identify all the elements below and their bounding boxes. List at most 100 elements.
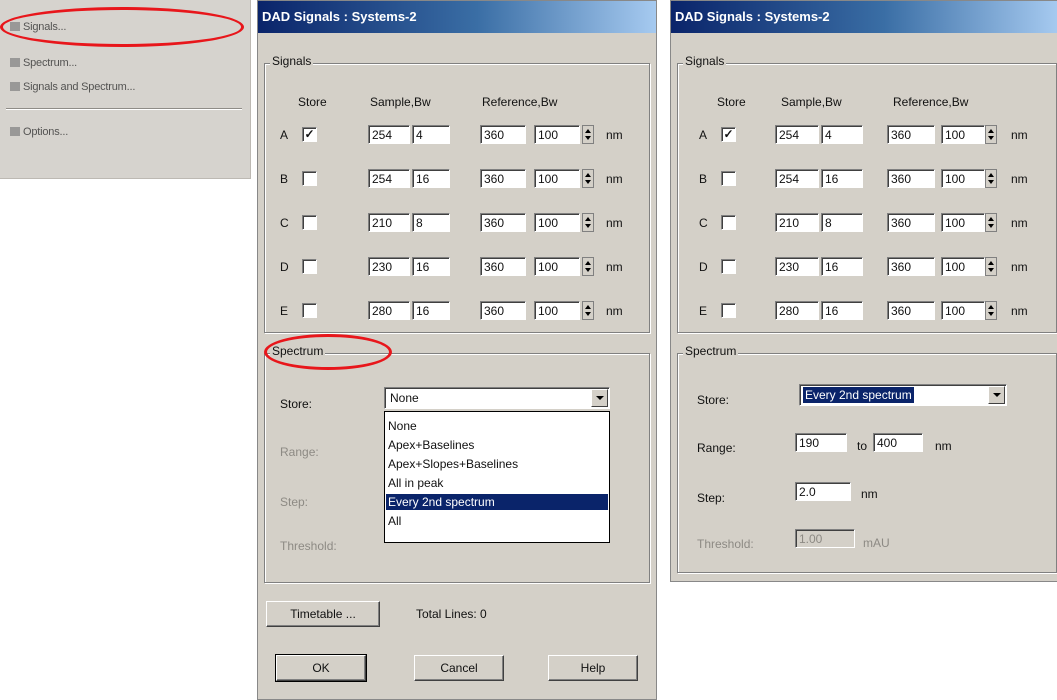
- spin-arrows-icon[interactable]: [582, 213, 594, 232]
- sample-wavelength-input[interactable]: 280: [368, 301, 410, 320]
- signal-row-label: D: [280, 260, 289, 274]
- reference-bandwidth-input[interactable]: 100: [941, 257, 985, 276]
- sample-bandwidth-input[interactable]: 16: [412, 257, 450, 276]
- reference-wavelength-input[interactable]: 360: [887, 169, 935, 188]
- unit-label: nm: [606, 172, 623, 186]
- reference-wavelength-input[interactable]: 360: [887, 257, 935, 276]
- dropdown-option-every-2nd-spectrum[interactable]: Every 2nd spectrum: [386, 494, 608, 510]
- sample-column-header: Sample,Bw: [370, 95, 431, 109]
- menu-item-options[interactable]: Options...: [10, 124, 68, 140]
- help-button[interactable]: Help: [548, 655, 638, 681]
- signal-store-checkbox[interactable]: [302, 171, 317, 186]
- spin-arrows-icon[interactable]: [985, 169, 997, 188]
- reference-wavelength-input[interactable]: 360: [887, 125, 935, 144]
- sample-bandwidth-input[interactable]: 16: [821, 169, 863, 188]
- reference-wavelength-input[interactable]: 360: [480, 169, 526, 188]
- signal-store-checkbox[interactable]: ✓: [721, 127, 736, 142]
- spectrum-step-label: Step:: [697, 491, 726, 505]
- reference-wavelength-input[interactable]: 360: [480, 301, 526, 320]
- signal-row-label: A: [699, 128, 708, 142]
- unit-label: nm: [1011, 304, 1028, 318]
- spin-arrows-icon[interactable]: [582, 169, 594, 188]
- spectrum-store-combobox[interactable]: Every 2nd spectrum: [799, 384, 1007, 406]
- signal-row-label: E: [280, 304, 289, 318]
- sample-bandwidth-input[interactable]: 16: [821, 301, 863, 320]
- chevron-down-icon[interactable]: [988, 386, 1005, 404]
- menu-separator: [6, 108, 242, 110]
- spin-arrows-icon[interactable]: [985, 125, 997, 144]
- sample-wavelength-input[interactable]: 210: [775, 213, 819, 232]
- chevron-down-icon[interactable]: [591, 389, 608, 407]
- reference-bandwidth-input[interactable]: 100: [941, 169, 985, 188]
- dropdown-option-none[interactable]: None: [386, 418, 608, 434]
- dropdown-option-apex-baselines[interactable]: Apex+Baselines: [386, 437, 608, 453]
- dropdown-option-all[interactable]: All: [386, 513, 608, 529]
- sample-wavelength-input[interactable]: 254: [775, 169, 819, 188]
- sample-bandwidth-input[interactable]: 16: [412, 169, 450, 188]
- menu-item-signals-and-spectrum[interactable]: Signals and Spectrum...: [10, 79, 135, 95]
- reference-wavelength-input[interactable]: 360: [887, 213, 935, 232]
- spin-arrows-icon[interactable]: [985, 301, 997, 320]
- dialog-title-bar: DAD Signals : Systems-2: [671, 1, 1057, 33]
- sample-wavelength-input[interactable]: 254: [775, 125, 819, 144]
- reference-bandwidth-input[interactable]: 100: [534, 169, 580, 188]
- sample-bandwidth-input[interactable]: 16: [821, 257, 863, 276]
- range-from-input[interactable]: 190: [795, 433, 847, 452]
- range-to-label: to: [857, 439, 868, 453]
- spin-arrows-icon[interactable]: [582, 257, 594, 276]
- reference-bandwidth-input[interactable]: 100: [534, 213, 580, 232]
- sample-wavelength-input[interactable]: 254: [368, 125, 410, 144]
- signal-store-checkbox[interactable]: [721, 215, 736, 230]
- dropdown-option-all-in-peak[interactable]: All in peak: [386, 475, 608, 491]
- menu-item-spectrum[interactable]: Spectrum...: [10, 55, 77, 71]
- reference-bandwidth-input[interactable]: 100: [941, 213, 985, 232]
- step-input[interactable]: 2.0: [795, 482, 851, 501]
- spectrum-group-label: Spectrum: [683, 344, 739, 358]
- reference-wavelength-input[interactable]: 360: [480, 257, 526, 276]
- reference-bandwidth-input[interactable]: 100: [534, 257, 580, 276]
- spin-arrows-icon[interactable]: [985, 257, 997, 276]
- signals-group-label: Signals: [683, 54, 727, 68]
- cancel-button[interactable]: Cancel: [414, 655, 504, 681]
- ok-button[interactable]: OK: [275, 654, 367, 682]
- dad-signals-dialog-right: DAD Signals : Systems-2 Signals Store Sa…: [670, 0, 1057, 582]
- timetable-button[interactable]: Timetable ...: [266, 601, 380, 627]
- sample-bandwidth-input[interactable]: 16: [412, 301, 450, 320]
- reference-wavelength-input[interactable]: 360: [480, 213, 526, 232]
- signal-store-checkbox[interactable]: [302, 259, 317, 274]
- sample-wavelength-input[interactable]: 254: [368, 169, 410, 188]
- menu-item-signals[interactable]: Signals...: [10, 19, 66, 35]
- spin-arrows-icon[interactable]: [582, 301, 594, 320]
- sample-bandwidth-input[interactable]: 4: [821, 125, 863, 144]
- sample-bandwidth-input[interactable]: 8: [412, 213, 450, 232]
- signal-store-checkbox[interactable]: [302, 215, 317, 230]
- reference-wavelength-input[interactable]: 360: [887, 301, 935, 320]
- reference-bandwidth-input[interactable]: 100: [534, 125, 580, 144]
- reference-bandwidth-input[interactable]: 100: [941, 301, 985, 320]
- context-menu-fragment: Signals... Spectrum... Signals and Spect…: [0, 0, 251, 179]
- sample-wavelength-input[interactable]: 280: [775, 301, 819, 320]
- sample-bandwidth-input[interactable]: 8: [821, 213, 863, 232]
- sample-wavelength-input[interactable]: 230: [775, 257, 819, 276]
- spin-arrows-icon[interactable]: [582, 125, 594, 144]
- signal-store-checkbox[interactable]: [721, 303, 736, 318]
- sample-bandwidth-input[interactable]: 4: [412, 125, 450, 144]
- signal-store-checkbox[interactable]: [302, 303, 317, 318]
- dialog-title: DAD Signals : Systems-2: [262, 9, 417, 24]
- reference-bandwidth-input[interactable]: 100: [941, 125, 985, 144]
- spectrum-store-value: Every 2nd spectrum: [803, 387, 914, 403]
- signal-store-checkbox[interactable]: [721, 171, 736, 186]
- unit-label: nm: [606, 260, 623, 274]
- reference-wavelength-input[interactable]: 360: [480, 125, 526, 144]
- range-to-input[interactable]: 400: [873, 433, 923, 452]
- store-column-header: Store: [717, 95, 746, 109]
- spin-arrows-icon[interactable]: [985, 213, 997, 232]
- signal-store-checkbox[interactable]: ✓: [302, 127, 317, 142]
- signal-store-checkbox[interactable]: [721, 259, 736, 274]
- dropdown-option-apex-slopes-baselines[interactable]: Apex+Slopes+Baselines: [386, 456, 608, 472]
- sample-wavelength-input[interactable]: 210: [368, 213, 410, 232]
- spectrum-store-combobox[interactable]: None: [384, 387, 610, 409]
- reference-bandwidth-input[interactable]: 100: [534, 301, 580, 320]
- sample-wavelength-input[interactable]: 230: [368, 257, 410, 276]
- spectrum-store-label: Store:: [697, 393, 730, 407]
